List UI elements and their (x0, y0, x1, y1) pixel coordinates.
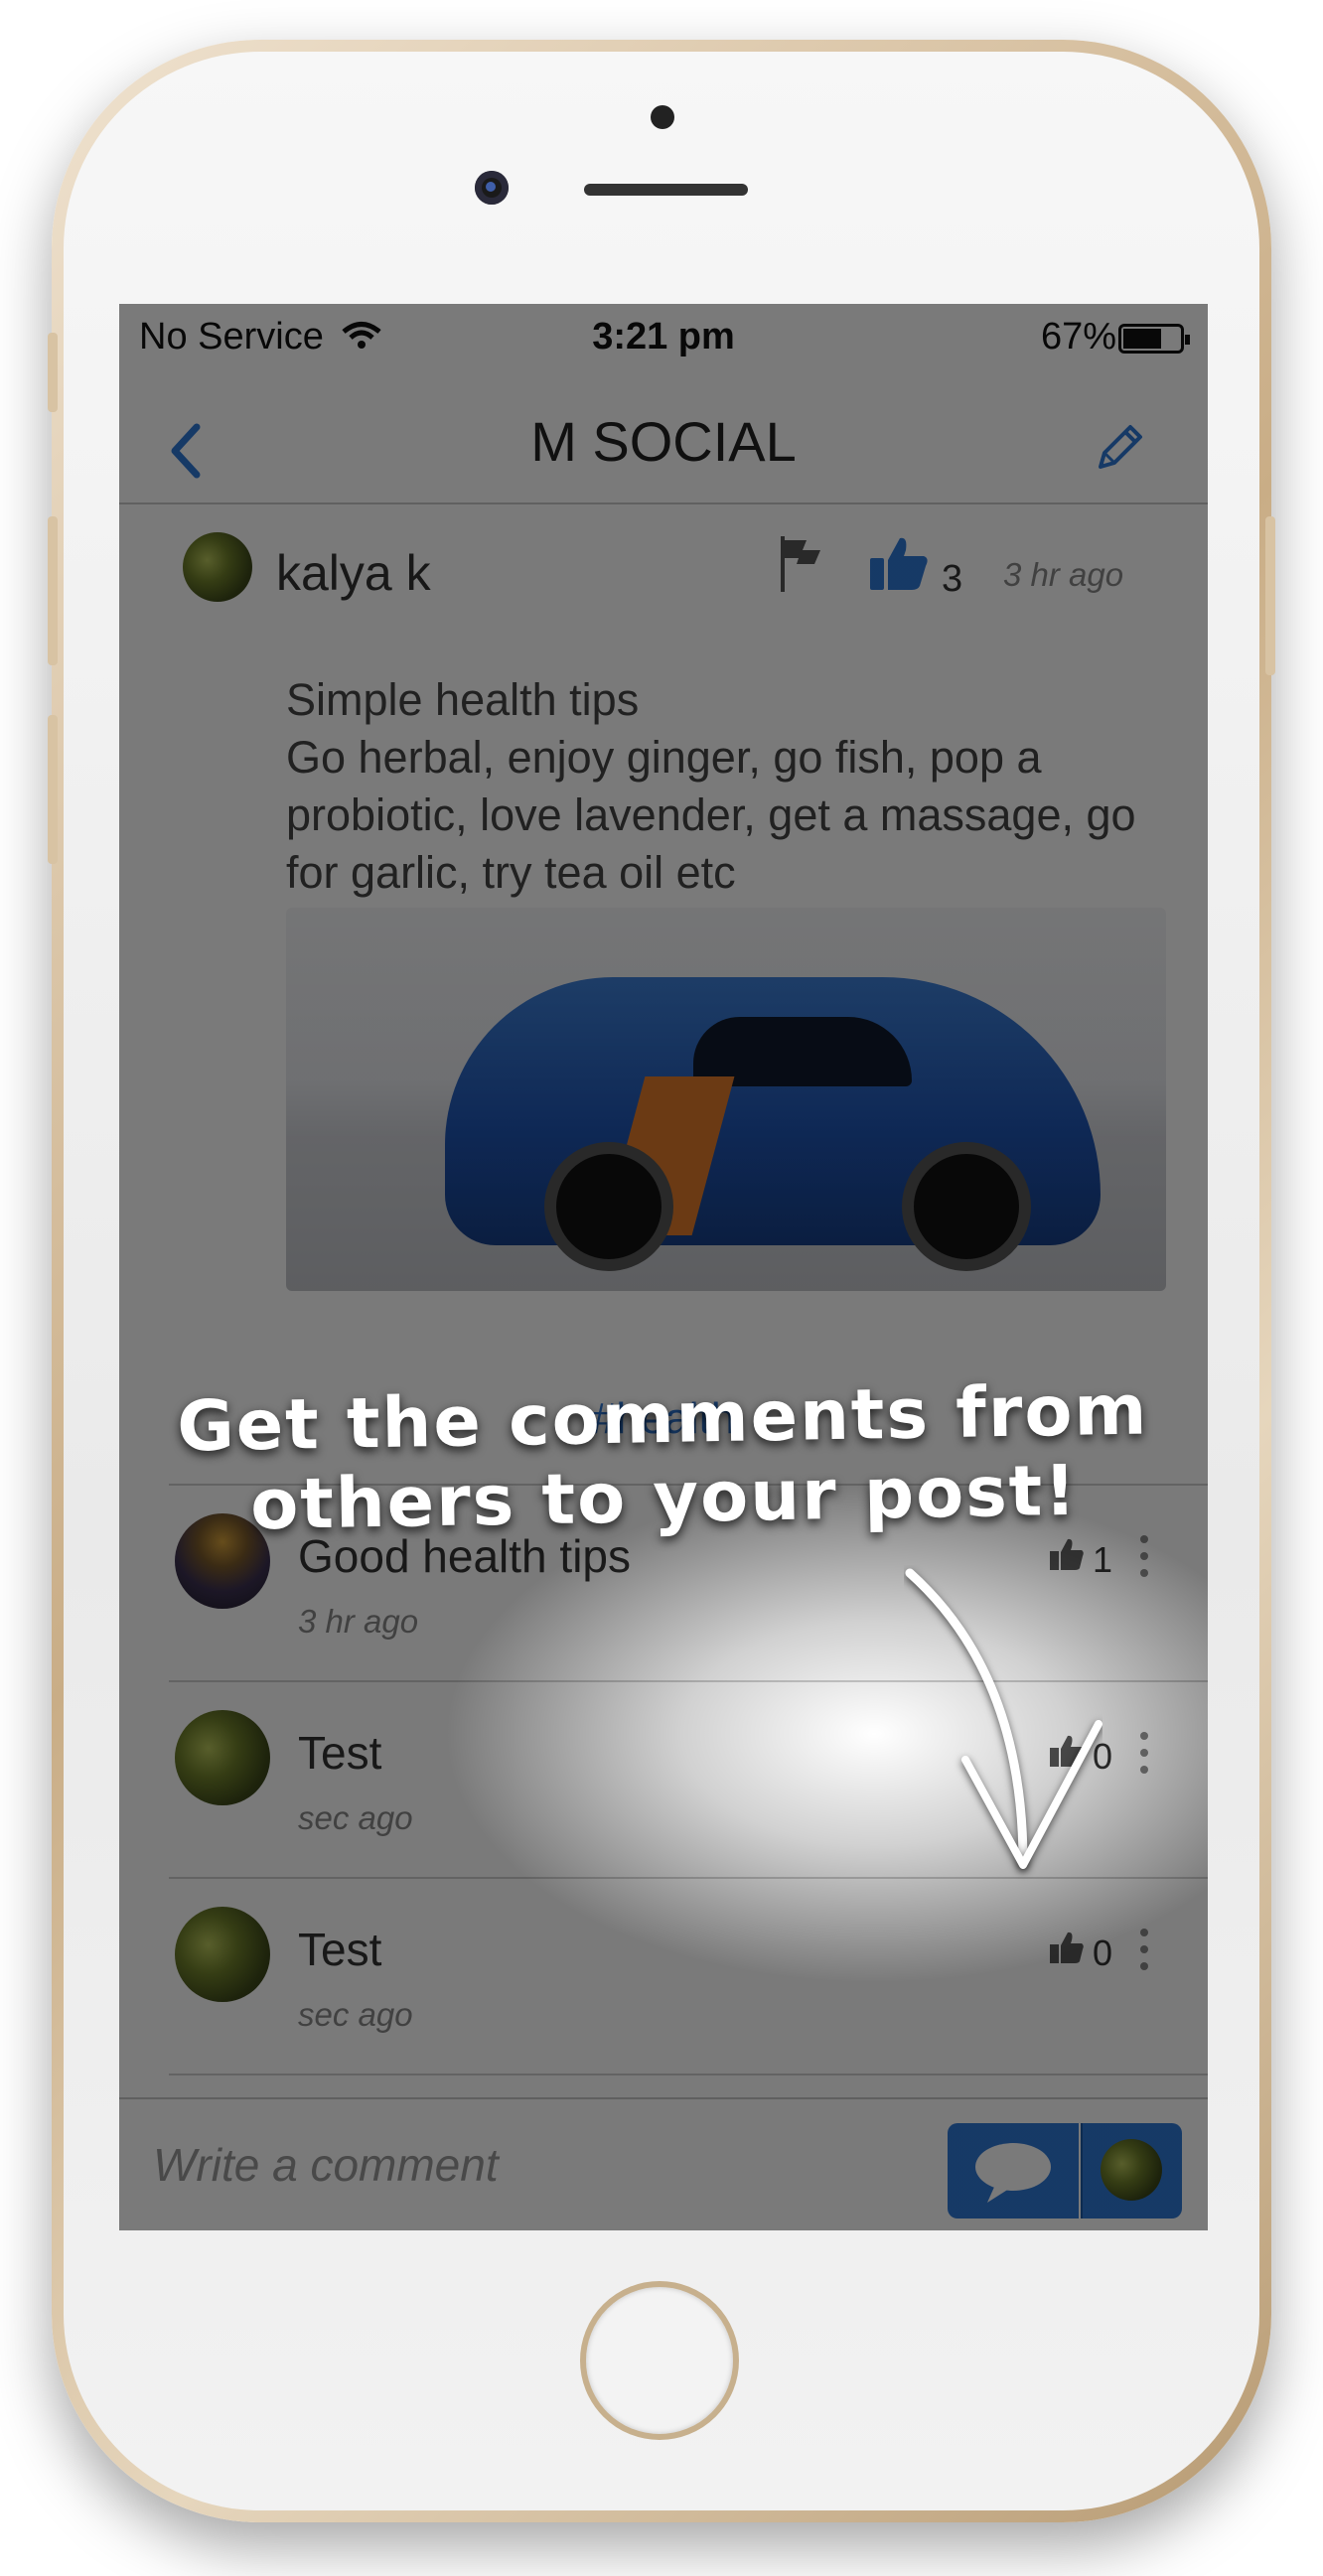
post-text-content: Go herbal, enjoy ginger, go fish, pop a … (286, 732, 1136, 898)
comment-composer (119, 2097, 1208, 2230)
thumbs-up-icon (870, 537, 928, 590)
current-user-avatar (1101, 2139, 1162, 2201)
post-timestamp: 3 hr ago (1003, 556, 1124, 593)
post-body: Simple health tips Go herbal, enjoy ging… (286, 671, 1140, 902)
front-camera (475, 171, 509, 205)
post-text-title: Simple health tips (286, 674, 640, 725)
status-bar: No Service 3:21 pm 67% (119, 304, 1208, 373)
tutorial-callout: Get the comments from others to your pos… (119, 1368, 1208, 1546)
comment-more-button[interactable] (1140, 1535, 1148, 1586)
post-like-button[interactable] (868, 534, 930, 597)
post-image[interactable] (286, 908, 1166, 1291)
earpiece-speaker (584, 184, 748, 196)
post-like-count: 3 (942, 558, 963, 600)
speech-bubble-icon (975, 2143, 1051, 2203)
commenter-avatar[interactable] (175, 1907, 270, 2002)
comment-time: sec ago (298, 1996, 413, 2033)
comment-more-button[interactable] (1140, 1929, 1148, 1979)
car-front-wheel (544, 1142, 673, 1271)
flag-icon (781, 536, 820, 592)
app-screen: No Service 3:21 pm 67% M SOCIAL kalya k … (119, 304, 1208, 2230)
proximity-sensor (651, 105, 674, 129)
comment-item: Test sec ago 0 (119, 1879, 1208, 2074)
thumbs-up-icon (1050, 1932, 1084, 1963)
author-name[interactable]: kalya k (276, 544, 431, 602)
comment-input[interactable] (151, 2137, 910, 2193)
comment-text: Test (298, 1727, 382, 1779)
send-comment-button[interactable] (948, 2123, 1079, 2218)
comment-time: sec ago (298, 1799, 413, 1836)
composer-avatar-button[interactable] (1081, 2123, 1182, 2218)
report-button[interactable] (777, 534, 826, 599)
volume-up-button (48, 516, 58, 665)
comment-like-button[interactable] (1049, 1931, 1085, 1969)
page-title: M SOCIAL (530, 410, 797, 473)
navigation-bar: M SOCIAL (119, 373, 1208, 504)
author-avatar[interactable] (183, 532, 252, 602)
edit-button[interactable] (1091, 421, 1146, 482)
power-button (1265, 516, 1275, 675)
home-button[interactable] (580, 2281, 739, 2440)
battery-fill (1123, 329, 1161, 349)
battery-icon (1118, 324, 1190, 354)
comment-time: 3 hr ago (298, 1603, 419, 1640)
battery-percent: 67% (1040, 316, 1116, 358)
curved-arrow-icon (905, 1568, 1102, 1869)
comment-more-button[interactable] (1140, 1732, 1148, 1783)
comment-like-count: 0 (1092, 1932, 1112, 1973)
post-header: kalya k 3 3 hr ago (119, 530, 1208, 610)
volume-down-button (48, 715, 58, 864)
comment-text: Test (298, 1924, 382, 1975)
pencil-icon (1099, 425, 1142, 469)
car-rear-wheel (902, 1142, 1031, 1271)
mute-switch (48, 333, 58, 412)
commenter-avatar[interactable] (175, 1710, 270, 1805)
comment-divider (169, 2074, 1208, 2075)
